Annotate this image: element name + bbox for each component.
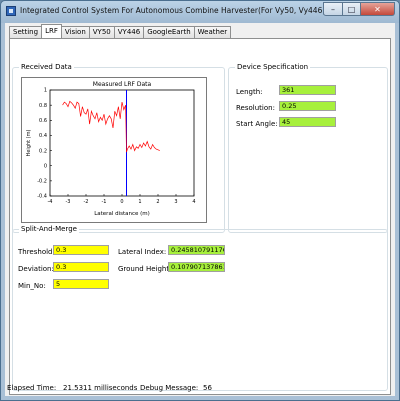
status-bar: Elapsed Time: 21.5311 milliseconds Debug… <box>5 380 395 396</box>
min-no-field[interactable]: 5 <box>53 279 109 289</box>
y-tick-label: 0.4 <box>39 133 47 139</box>
y-tick-label: -0.2 <box>37 179 47 185</box>
resolution-field[interactable]: 0.25 <box>279 101 336 111</box>
threshold-label: Threshold: <box>18 248 55 256</box>
length-label: Length: <box>236 88 263 96</box>
x-tick-label: 4 <box>192 199 195 205</box>
min-no-label: Min_No: <box>18 282 46 290</box>
lateral-index-label: Lateral Index: <box>118 248 167 256</box>
chart-title: Measured LRF Data <box>93 81 152 88</box>
maximize-icon: □ <box>347 4 356 14</box>
x-tick-label: -4 <box>48 199 53 205</box>
tab-vision[interactable]: Vision <box>60 26 90 38</box>
tab-weather[interactable]: Weather <box>193 26 232 38</box>
y-tick-label: 0.6 <box>39 118 47 124</box>
debug-value: 56 <box>203 384 212 392</box>
x-axis-label: Lateral distance (m) <box>94 211 150 217</box>
deviation-field[interactable]: 0.3 <box>53 262 109 272</box>
y-tick-label: 0.2 <box>39 148 47 154</box>
lrf-chart-svg: Measured LRF Data -4 -3 -2 -1 0 1 2 3 4 1 0.8 0.6 0.4… <box>26 81 196 217</box>
x-tick-label: -3 <box>66 199 71 205</box>
tab-setting[interactable]: Setting <box>9 26 43 38</box>
debug-label: Debug Message: <box>140 384 199 392</box>
plot-area <box>49 89 195 197</box>
tab-vy50[interactable]: VY50 <box>88 26 115 38</box>
y-tick-label: -0.4 <box>37 194 47 200</box>
title-bar[interactable]: Integrated Control System For Autonomous… <box>1 1 399 22</box>
split-merge-label: Split-And-Merge <box>19 225 79 233</box>
client-area: Setting LRF Vision VY50 VY446 GoogleEart… <box>5 23 395 396</box>
close-icon: ✕ <box>374 4 381 14</box>
tab-googleearth[interactable]: GoogleEarth <box>143 26 195 38</box>
threshold-field[interactable]: 0.3 <box>53 245 109 255</box>
ground-height-field[interactable]: 0.107907137861211 <box>168 262 225 272</box>
length-field[interactable]: 361 <box>279 85 336 95</box>
window-title: Integrated Control System For Autonomous… <box>20 6 326 15</box>
x-tick-label: -1 <box>102 199 107 205</box>
received-data-label: Received Data <box>19 63 74 71</box>
tab-vy446[interactable]: VY446 <box>113 26 145 38</box>
x-tick-label: -2 <box>84 199 89 205</box>
minimize-icon: – <box>331 4 335 14</box>
lrf-tab-page: Received Data Measured LRF Data -4 -3 -2 -1 0… <box>9 38 391 395</box>
y-tick-label: 1 <box>44 88 47 94</box>
close-button[interactable]: ✕ <box>361 2 395 16</box>
maximize-button[interactable]: □ <box>343 2 361 16</box>
lateral-index-field[interactable]: 0.245810791176231 <box>168 245 225 255</box>
x-tick-label: 2 <box>156 199 159 205</box>
elapsed-value: 21.5311 milliseconds <box>63 384 138 392</box>
app-icon <box>6 6 16 16</box>
y-axis-label: Height (m) <box>26 130 32 157</box>
device-spec-label: Device Specification <box>235 63 311 71</box>
tab-lrf[interactable]: LRF <box>41 24 62 38</box>
start-angle-label: Start Angle: <box>236 120 278 128</box>
main-window: Integrated Control System For Autonomous… <box>0 0 400 401</box>
start-angle-field[interactable]: 45 <box>279 117 336 127</box>
minimize-button[interactable]: – <box>323 2 343 16</box>
y-tick-label: 0.8 <box>39 103 47 109</box>
x-tick-label: 1 <box>138 199 141 205</box>
ground-height-label: Ground Height: <box>118 265 172 273</box>
deviation-label: Deviation: <box>18 265 54 273</box>
resolution-label: Resolution: <box>236 104 275 112</box>
caption-buttons: – □ ✕ <box>323 2 395 16</box>
y-tick-label: 0 <box>44 163 47 169</box>
lrf-chart: Measured LRF Data -4 -3 -2 -1 0 1 2 3 4 1 0.8 0.6 0.4… <box>21 77 207 223</box>
elapsed-label: Elapsed Time: <box>7 384 57 392</box>
x-tick-label: 0 <box>120 199 123 205</box>
received-data-group: Received Data Measured LRF Data -4 -3 -2 -1 0… <box>12 63 225 233</box>
split-merge-group: Split-And-Merge Threshold: 0.3 Deviation… <box>12 225 388 391</box>
tab-strip: Setting LRF Vision VY50 VY446 GoogleEart… <box>9 24 232 38</box>
device-spec-group: Device Specification Length: 361 Resolut… <box>228 63 388 233</box>
x-tick-label: 3 <box>174 199 177 205</box>
